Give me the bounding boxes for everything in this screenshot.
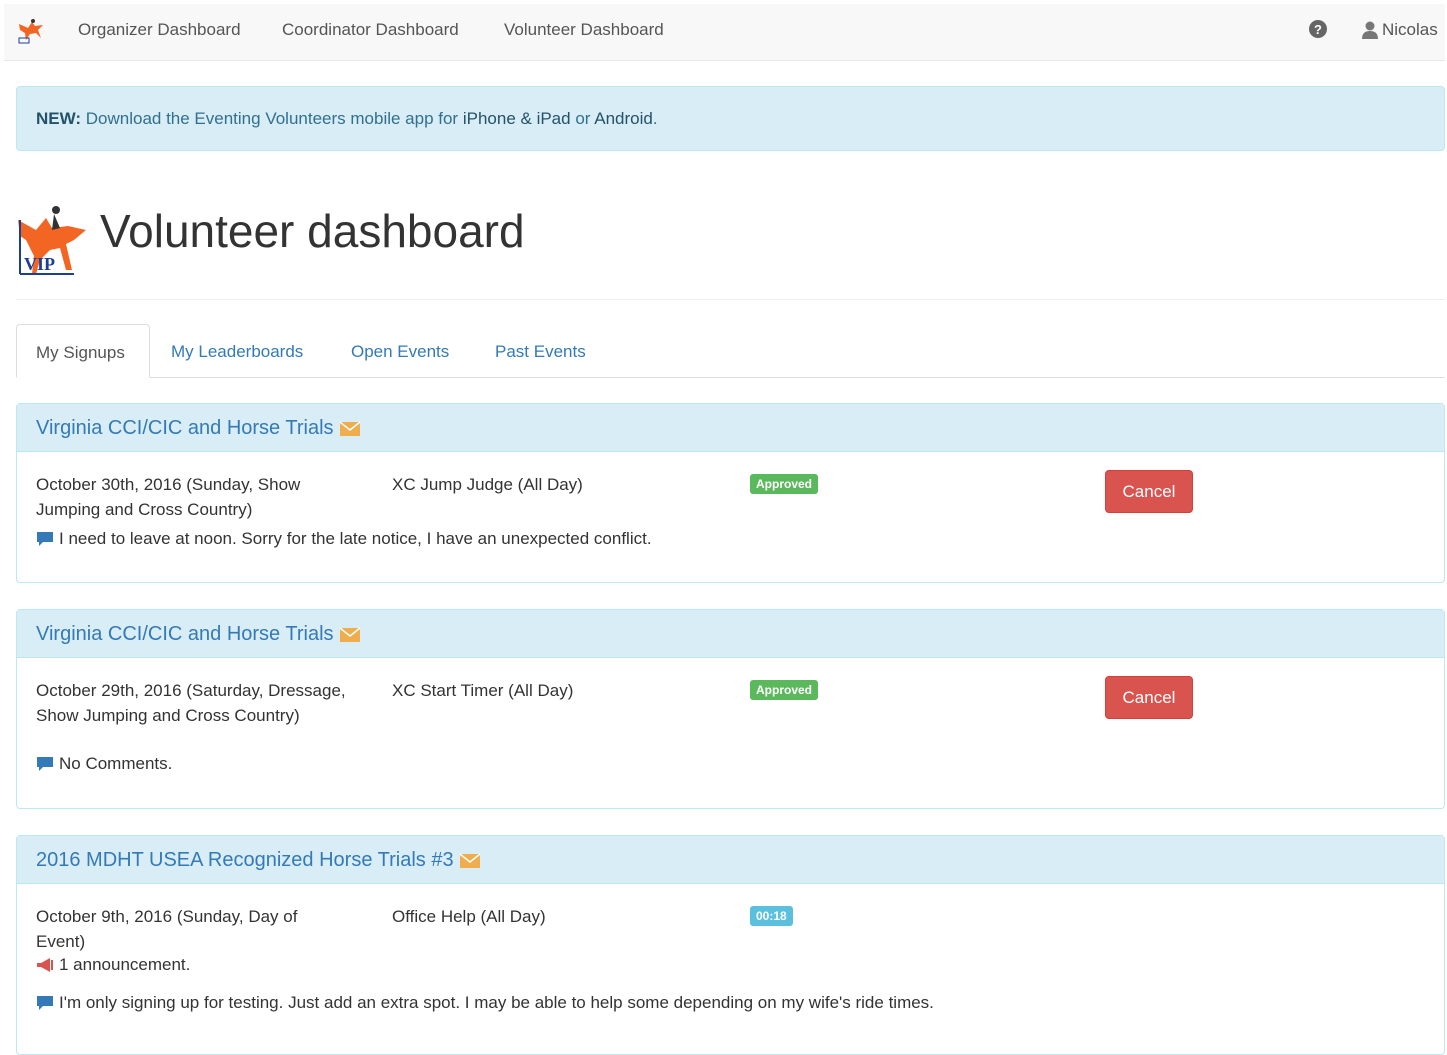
user-menu[interactable]: Nicolas: [1362, 20, 1438, 40]
dashboard-tabs: My Signups My Leaderboards Open Events P…: [16, 324, 1445, 378]
nav-volunteer-dashboard[interactable]: Volunteer Dashboard: [504, 20, 664, 40]
comment-text: No Comments.: [59, 754, 173, 773]
signup-comment: I'm only signing up for testing. Just ad…: [36, 993, 934, 1013]
android-app-link[interactable]: Android: [594, 109, 653, 128]
user-icon: [1362, 21, 1378, 39]
signup-date: October 29th, 2016 (Saturday, Dressage, …: [36, 681, 346, 725]
comment-icon: [37, 996, 53, 1010]
tab-my-leaderboards[interactable]: My Leaderboards: [171, 324, 303, 378]
alert-text: Download the Eventing Volunteers mobile …: [85, 109, 459, 128]
alert-prefix: NEW:: [36, 109, 82, 128]
panel-heading: 2016 MDHT USEA Recognized Horse Trials #…: [17, 836, 1444, 884]
envelope-icon[interactable]: [459, 852, 481, 869]
signup-role: XC Jump Judge (All Day): [392, 475, 583, 494]
app-download-alert: NEW: Download the Eventing Volunteers mo…: [16, 86, 1445, 151]
tab-open-events[interactable]: Open Events: [351, 324, 449, 378]
iphone-app-link[interactable]: iPhone & iPad: [463, 109, 571, 128]
envelope-icon[interactable]: [339, 420, 361, 437]
signup-panel: Virginia CCI/CIC and Horse Trials Octobe…: [16, 403, 1445, 583]
signup-announcement[interactable]: 1 announcement.: [36, 955, 190, 975]
comment-text: I need to leave at noon. Sorry for the l…: [59, 529, 652, 548]
comment-icon: [37, 532, 53, 546]
status-badge: Approved: [750, 680, 819, 700]
announcement-text: 1 announcement.: [59, 955, 191, 974]
svg-text:?: ?: [1314, 22, 1322, 37]
signup-date: October 30th, 2016 (Sunday, Show Jumping…: [36, 475, 301, 519]
cancel-button[interactable]: Cancel: [1105, 676, 1193, 719]
signup-date: October 9th, 2016 (Sunday, Day of Event): [36, 907, 298, 951]
cancel-button[interactable]: Cancel: [1105, 470, 1193, 513]
signup-panel: Virginia CCI/CIC and Horse Trials Octobe…: [16, 609, 1445, 809]
event-title-link[interactable]: Virginia CCI/CIC and Horse Trials: [36, 417, 334, 440]
help-icon[interactable]: ?: [1308, 19, 1328, 39]
signup-comment: I need to leave at noon. Sorry for the l…: [36, 529, 652, 549]
nav-organizer-dashboard[interactable]: Organizer Dashboard: [78, 20, 241, 40]
vip-logo-icon[interactable]: [16, 16, 46, 46]
vip-logo-icon: VIP: [18, 206, 86, 275]
signup-role: Office Help (All Day): [392, 907, 546, 926]
signup-comment: No Comments.: [36, 754, 172, 774]
status-badge: Approved: [750, 474, 819, 494]
panel-heading: Virginia CCI/CIC and Horse Trials: [17, 610, 1444, 658]
tab-my-signups[interactable]: My Signups: [16, 324, 150, 378]
event-title-link[interactable]: 2016 MDHT USEA Recognized Horse Trials #…: [36, 849, 454, 872]
envelope-icon[interactable]: [339, 626, 361, 643]
page-header: VIP Volunteer dashboard: [16, 186, 1445, 300]
tab-past-events[interactable]: Past Events: [495, 324, 586, 378]
panel-heading: Virginia CCI/CIC and Horse Trials: [17, 404, 1444, 452]
bullhorn-icon: [37, 958, 53, 972]
nav-coordinator-dashboard[interactable]: Coordinator Dashboard: [282, 20, 459, 40]
logo-text: VIP: [24, 254, 55, 274]
signup-panel: 2016 MDHT USEA Recognized Horse Trials #…: [16, 835, 1445, 1055]
comment-icon: [37, 757, 53, 771]
user-name: Nicolas: [1382, 20, 1438, 39]
comment-text: I'm only signing up for testing. Just ad…: [59, 993, 934, 1012]
page-title: Volunteer dashboard: [100, 205, 525, 257]
top-navbar: Organizer Dashboard Coordinator Dashboar…: [4, 4, 1445, 61]
alert-period: .: [652, 109, 658, 128]
alert-or: or: [575, 109, 591, 128]
event-title-link[interactable]: Virginia CCI/CIC and Horse Trials: [36, 623, 334, 646]
signup-role: XC Start Timer (All Day): [392, 681, 574, 700]
countdown-badge: 00:18: [750, 906, 793, 926]
